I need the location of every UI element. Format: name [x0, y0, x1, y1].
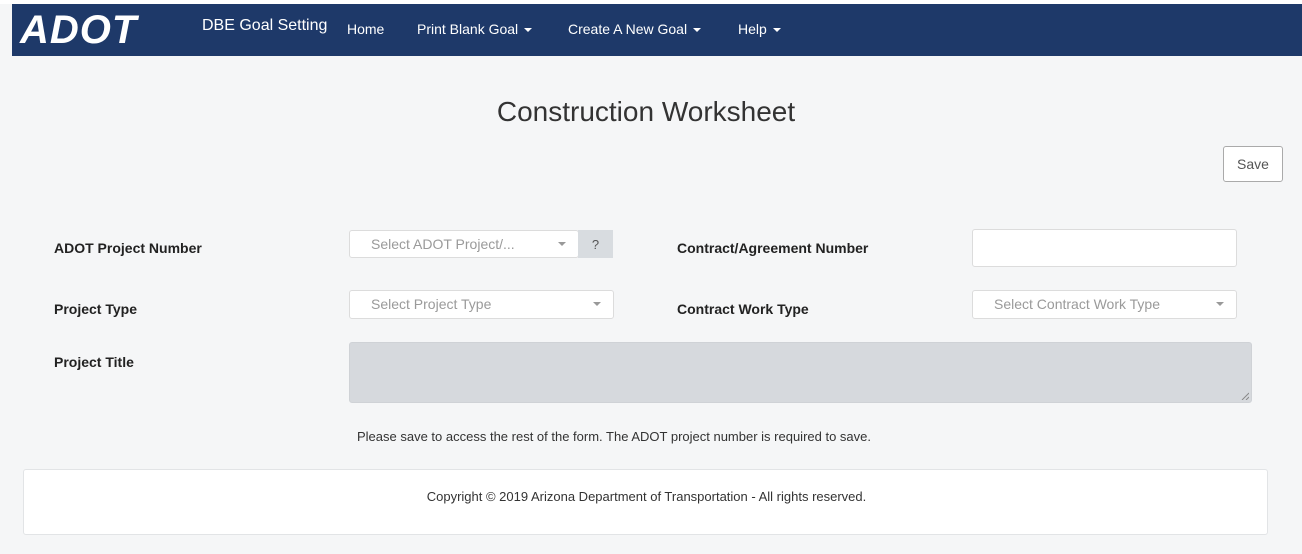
- chevron-down-icon: [772, 28, 781, 33]
- contract-number-label: Contract/Agreement Number: [677, 240, 869, 256]
- project-type-label: Project Type: [54, 301, 137, 317]
- contract-work-type-placeholder: Select Contract Work Type: [994, 296, 1160, 312]
- nav-home-label: Home: [347, 21, 385, 37]
- adot-logo[interactable]: ADOT: [18, 10, 190, 48]
- page-footer: Copyright © 2019 Arizona Department of T…: [23, 469, 1268, 535]
- chevron-down-icon: [558, 242, 566, 246]
- contract-work-type-select[interactable]: Select Contract Work Type: [972, 290, 1237, 319]
- project-number-label: ADOT Project Number: [54, 240, 202, 256]
- nav-help-label: Help: [738, 21, 767, 37]
- top-navbar: ADOT DBE Goal Setting Home Print Blank G…: [12, 4, 1302, 56]
- chevron-down-icon: [593, 302, 601, 306]
- chevron-down-icon: [1216, 302, 1224, 306]
- project-number-help-button[interactable]: ?: [578, 230, 613, 258]
- nav-help[interactable]: Help: [738, 21, 781, 37]
- nav-create-new-goal[interactable]: Create A New Goal: [568, 21, 702, 37]
- logo-text: ADOT: [19, 10, 140, 48]
- resize-grip-icon[interactable]: [1241, 392, 1249, 400]
- nav-create-new-goal-label: Create A New Goal: [568, 21, 688, 37]
- page-title: Construction Worksheet: [496, 96, 796, 127]
- project-number-select[interactable]: Select ADOT Project/...: [349, 230, 579, 258]
- nav-home[interactable]: Home: [347, 21, 384, 37]
- contract-work-type-label: Contract Work Type: [677, 301, 809, 317]
- save-button[interactable]: Save: [1223, 146, 1283, 182]
- project-title-label: Project Title: [54, 354, 134, 370]
- project-type-select[interactable]: Select Project Type: [349, 290, 614, 319]
- project-type-placeholder: Select Project Type: [371, 296, 492, 312]
- save-required-message: Please save to access the rest of the fo…: [357, 429, 871, 444]
- nav-print-blank-goal-label: Print Blank Goal: [417, 21, 519, 37]
- contract-number-input[interactable]: [972, 229, 1237, 267]
- project-number-placeholder: Select ADOT Project/...: [371, 236, 515, 252]
- chevron-down-icon: [524, 28, 533, 33]
- chevron-down-icon: [693, 28, 702, 33]
- brand-title[interactable]: DBE Goal Setting: [202, 17, 327, 35]
- nav-print-blank-goal[interactable]: Print Blank Goal: [417, 21, 533, 37]
- project-title-textarea[interactable]: [349, 342, 1252, 403]
- copyright-text: Copyright © 2019 Arizona Department of T…: [426, 489, 867, 504]
